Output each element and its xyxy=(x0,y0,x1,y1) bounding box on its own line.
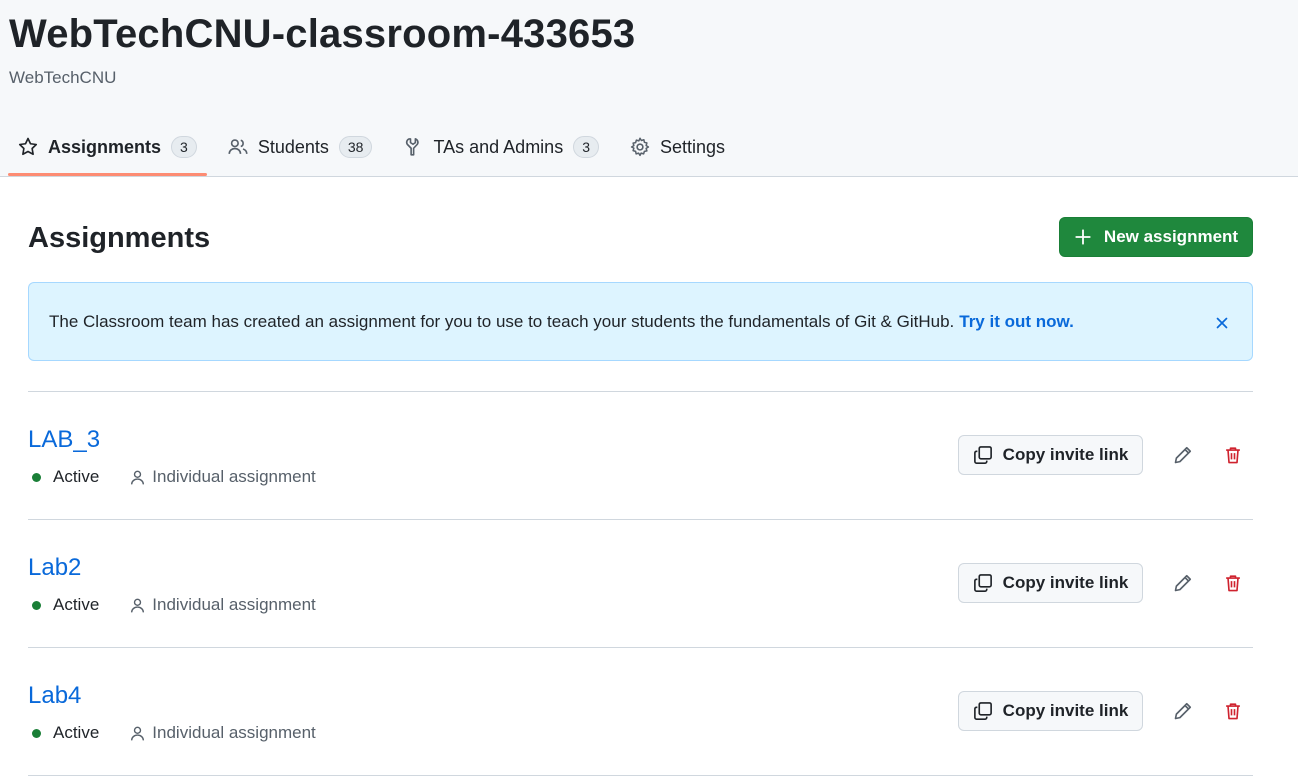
status-dot-icon xyxy=(32,600,41,610)
copy-icon xyxy=(973,701,993,721)
assignment-title[interactable]: Lab4 xyxy=(28,682,81,710)
tab-label: Students xyxy=(257,136,329,157)
copy-icon xyxy=(973,573,993,593)
person-icon xyxy=(129,725,146,742)
copy-invite-link-label: Copy invite link xyxy=(1002,701,1129,720)
tab-counter: 3 xyxy=(573,136,599,158)
tab-tas-and-admins[interactable]: TAs and Admins 3 xyxy=(393,124,609,170)
tab-label: Settings xyxy=(660,136,726,157)
assignments-section: Assignments New assignment The Classroom… xyxy=(28,177,1253,776)
pencil-icon[interactable] xyxy=(1173,701,1193,721)
section-header: Assignments New assignment xyxy=(28,177,1253,282)
assignment-status: Active xyxy=(53,467,100,486)
copy-invite-link-button[interactable]: Copy invite link xyxy=(958,563,1143,603)
info-banner: The Classroom team has created an assign… xyxy=(28,282,1253,361)
person-icon xyxy=(129,597,146,614)
classroom-tabs: Assignments 3 Students 38 TAs and Admins… xyxy=(8,124,746,177)
new-assignment-button[interactable]: New assignment xyxy=(1059,217,1253,257)
plus-icon xyxy=(1074,228,1092,246)
assignment-row: Lab2 Active Individual assignment Copy i… xyxy=(28,520,1253,648)
close-icon[interactable] xyxy=(1214,315,1230,331)
gear-icon xyxy=(630,137,650,157)
star-icon xyxy=(18,137,38,157)
person-icon xyxy=(129,469,146,486)
page-title: Assignments xyxy=(28,222,211,254)
pencil-icon[interactable] xyxy=(1173,445,1193,465)
assignment-type: Individual assignment xyxy=(152,467,316,486)
tab-students[interactable]: Students 38 xyxy=(218,124,383,170)
copy-invite-link-button[interactable]: Copy invite link xyxy=(958,435,1143,475)
status-dot-icon xyxy=(32,728,41,738)
assignment-row: LAB_3 Active Individual assignment Copy … xyxy=(28,392,1253,520)
assignment-list: LAB_3 Active Individual assignment Copy … xyxy=(28,391,1253,776)
tab-label: TAs and Admins xyxy=(433,136,564,157)
assignment-type: Individual assignment xyxy=(152,723,316,742)
copy-invite-link-label: Copy invite link xyxy=(1002,573,1129,592)
copy-invite-link-label: Copy invite link xyxy=(1002,445,1129,464)
try-it-out-link[interactable]: Try it out now. xyxy=(959,312,1074,332)
banner-text: The Classroom team has created an assign… xyxy=(49,311,955,331)
classroom-title: WebTechCNU-classroom-433653 xyxy=(9,12,636,56)
assignment-status: Active xyxy=(53,595,100,614)
assignment-meta: Active Individual assignment xyxy=(32,723,316,743)
assignment-meta: Active Individual assignment xyxy=(32,595,316,615)
tab-label: Assignments xyxy=(48,136,162,157)
tab-counter: 38 xyxy=(338,136,373,158)
copy-invite-link-button[interactable]: Copy invite link xyxy=(958,691,1143,731)
assignment-status: Active xyxy=(53,723,100,742)
new-assignment-label: New assignment xyxy=(1103,227,1239,246)
assignment-title[interactable]: Lab2 xyxy=(28,554,81,582)
trash-icon[interactable] xyxy=(1223,701,1243,721)
tools-icon xyxy=(403,137,423,157)
assignment-meta: Active Individual assignment xyxy=(32,467,316,487)
tab-counter: 3 xyxy=(171,136,197,158)
trash-icon[interactable] xyxy=(1223,573,1243,593)
copy-icon xyxy=(973,445,993,465)
assignment-row: Lab4 Active Individual assignment Copy i… xyxy=(28,648,1253,776)
tab-assignments[interactable]: Assignments 3 xyxy=(8,124,207,176)
pencil-icon[interactable] xyxy=(1173,573,1193,593)
assignment-title[interactable]: LAB_3 xyxy=(28,426,100,454)
trash-icon[interactable] xyxy=(1223,445,1243,465)
assignment-type: Individual assignment xyxy=(152,595,316,614)
people-icon xyxy=(228,137,248,157)
status-dot-icon xyxy=(32,472,41,482)
tab-settings[interactable]: Settings xyxy=(620,124,735,170)
organization-name[interactable]: WebTechCNU xyxy=(9,68,116,88)
classroom-header: WebTechCNU-classroom-433653 WebTechCNU A… xyxy=(0,0,1298,177)
